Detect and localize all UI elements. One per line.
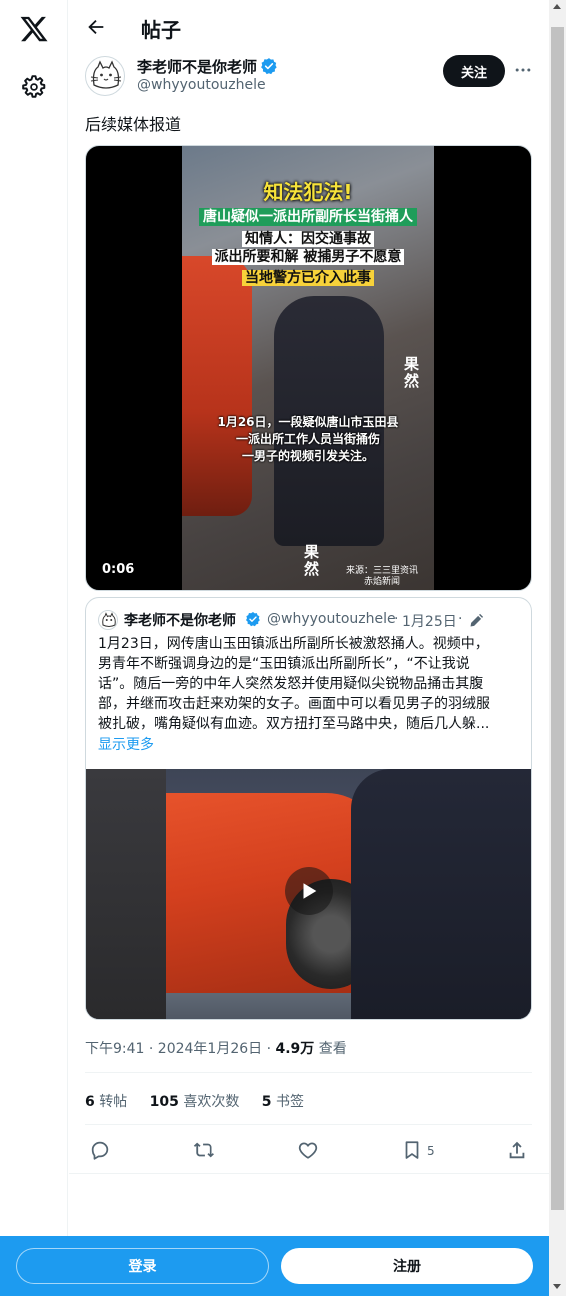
repost-stat[interactable]: 6 转帖	[85, 1094, 127, 1110]
quoted-text-line: 男青年不断强调身边的是“玉田镇派出所副所长”，“不让我说	[98, 656, 470, 672]
video-caption-line: 一男子的视频引发关注。	[241, 449, 374, 463]
login-button[interactable]: 登录	[16, 1248, 269, 1284]
video-overlay-title: 知法犯法!	[263, 180, 353, 204]
video-overlay-line: 知情人：因交通事故	[182, 228, 434, 248]
like-heart-icon[interactable]	[297, 1139, 319, 1161]
separator-dot: ·	[394, 611, 399, 627]
post-timestamp[interactable]: 下午9:41 · 2024年1月26日 ·	[85, 1041, 276, 1057]
play-icon	[303, 883, 317, 899]
video-duration: 0:06	[102, 562, 135, 577]
show-more-link[interactable]: 显示更多	[98, 734, 154, 754]
separator-dot: ·	[458, 611, 463, 627]
page-title: 帖子	[141, 18, 181, 42]
quoted-author-handle: @whyyoutouzhele	[267, 611, 396, 627]
main-column: 帖子 李老师不是你老师 @whyyoutouzhele 关注 后续媒体报道 知法…	[69, 0, 549, 1236]
view-count: 4.9万	[275, 1041, 315, 1057]
back-arrow-icon[interactable]	[85, 16, 107, 38]
video-source: 来源：三三里资讯 赤焰新闻	[332, 566, 432, 588]
video-overlay-text: 派出所要和解 被捕男子不愿意	[211, 249, 405, 265]
bookmark-stat[interactable]: 5 书签	[262, 1094, 304, 1110]
author-name[interactable]: 李老师不是你老师	[137, 56, 257, 77]
video-overlay-line: 唐山疑似一派出所副所长当街捅人	[182, 206, 434, 226]
scrollbar-thumb[interactable]	[551, 27, 564, 1210]
share-icon[interactable]	[506, 1139, 528, 1161]
avatar[interactable]	[85, 56, 125, 96]
video-source-line: 赤焰新闻	[363, 577, 400, 587]
video-overlay-text: 当地警方已介入此事	[242, 270, 374, 286]
quoted-video-person-left	[86, 769, 166, 1019]
reply-icon[interactable]	[89, 1139, 111, 1161]
like-stat[interactable]: 105 喜欢次数	[150, 1094, 240, 1110]
edited-pencil-icon[interactable]	[468, 613, 484, 629]
scroll-up-arrow-icon[interactable]	[553, 4, 561, 9]
video-player[interactable]: 知法犯法! 唐山疑似一派出所副所长当街捅人 知情人：因交通事故 派出所要和解 被…	[85, 145, 532, 591]
signup-button[interactable]: 注册	[281, 1248, 533, 1284]
post-meta: 下午9:41 · 2024年1月26日 · 4.9万 查看	[85, 1038, 347, 1058]
page-header: 帖子	[69, 0, 549, 56]
quoted-video[interactable]	[86, 769, 531, 1019]
quoted-text-line: 1月23日，网传唐山玉田镇派出所副所长被激怒捅人。视频中，	[98, 636, 489, 652]
quoted-text-line: 话”。随后一旁的中年人突然发怒并使用疑似尖锐物品捅击其腹	[98, 676, 484, 692]
quoted-text-line: 部，并继而攻击赶来劝架的女子。画面中可以看见男子的羽绒服	[98, 696, 490, 712]
divider	[69, 1173, 549, 1174]
video-overlay-line: 派出所要和解 被捕男子不愿意	[182, 246, 434, 266]
divider	[85, 1124, 532, 1125]
left-rail	[0, 0, 68, 1236]
more-options-icon[interactable]	[513, 60, 533, 80]
video-caption-line: 一派出所工作人员当街捅伤	[235, 432, 380, 446]
quoted-post[interactable]: 李老师不是你老师 @whyyoutouzhele · 1月25日 · 1月23日…	[85, 597, 532, 1020]
play-button[interactable]	[285, 867, 333, 915]
bookmark-icon[interactable]	[401, 1139, 423, 1161]
cat-avatar-icon	[90, 60, 122, 89]
cat-avatar-icon	[102, 612, 116, 627]
video-car-shape	[182, 256, 252, 516]
video-watermark: 果然	[404, 355, 420, 390]
post-text: 后续媒体报道	[85, 115, 182, 134]
bookmark-count: 5	[427, 1144, 435, 1158]
verified-badge-icon	[261, 58, 277, 75]
divider	[85, 1072, 532, 1073]
video-caption-line: 1月26日，一段疑似唐山市玉田县	[217, 415, 399, 429]
video-overlay-text: 知情人：因交通事故	[242, 231, 374, 247]
video-overlay-line: 当地警方已介入此事	[182, 267, 434, 287]
gear-icon[interactable]	[21, 74, 47, 100]
x-logo-icon[interactable]	[19, 14, 49, 44]
quoted-text-line: 被扎破，嘴角疑似有血迹。双方扭打至马路中央，随后几人躲...	[98, 716, 490, 732]
repost-icon[interactable]	[193, 1139, 215, 1161]
video-watermark: 果然	[304, 543, 320, 578]
video-caption: 1月26日，一段疑似唐山市玉田县 一派出所工作人员当街捅伤 一男子的视频引发关注…	[182, 414, 434, 465]
video-source-line: 来源：三三里资讯	[345, 566, 418, 576]
video-overlay-text: 唐山疑似一派出所副所长当街捅人	[199, 208, 417, 226]
quoted-author-name: 李老师不是你老师	[124, 613, 236, 629]
bottom-signup-bar: 登录 注册	[0, 1236, 549, 1296]
scroll-down-arrow-icon[interactable]	[553, 1284, 561, 1289]
post-stats: 6 转帖 105 喜欢次数 5 书签	[85, 1091, 322, 1111]
follow-button[interactable]: 关注	[443, 55, 505, 87]
author-handle[interactable]: @whyyoutouzhele	[137, 77, 266, 93]
quoted-avatar	[98, 610, 118, 630]
quoted-date: 1月25日	[402, 614, 457, 630]
verified-badge-icon	[246, 612, 260, 627]
quoted-text: 1月23日，网传唐山玉田镇派出所副所长被激怒捅人。视频中， 男青年不断强调身边的…	[98, 634, 520, 734]
view-label: 查看	[314, 1041, 347, 1057]
quoted-video-person-right	[351, 769, 531, 1019]
video-frame: 知法犯法! 唐山疑似一派出所副所长当街捅人 知情人：因交通事故 派出所要和解 被…	[182, 146, 434, 590]
